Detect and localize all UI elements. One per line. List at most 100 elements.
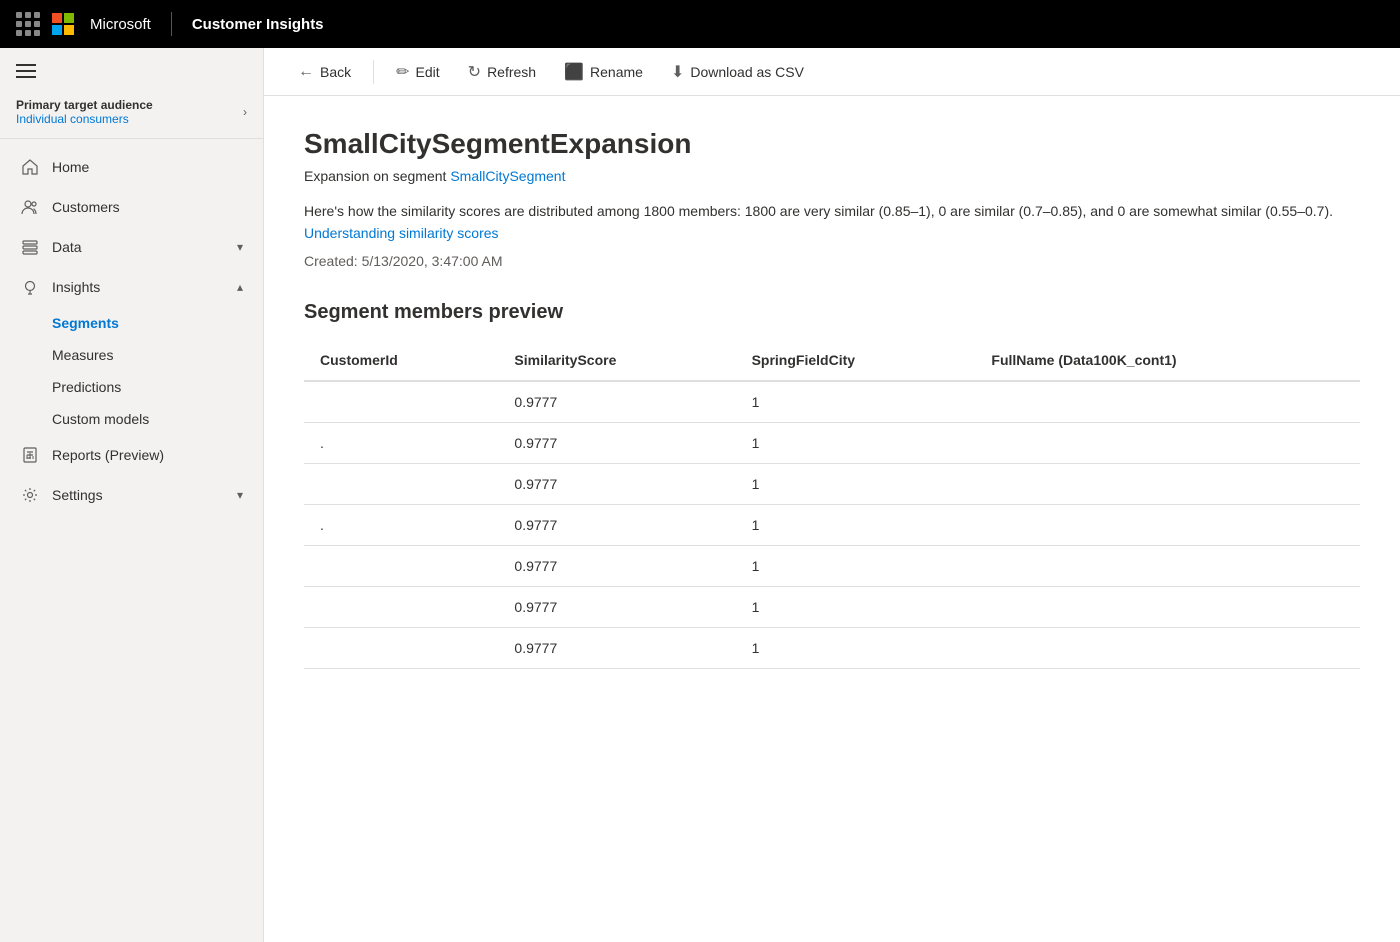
col-fullname: FullName (Data100K_cont1): [975, 340, 1360, 381]
toolbar: ← Back ✏ Edit ↻ Refresh ⬛ Rename ⬇ Downl…: [264, 48, 1400, 96]
audience-info: Primary target audience Individual consu…: [16, 98, 153, 126]
brand-name: Microsoft: [90, 16, 151, 33]
cell-city: 1: [736, 545, 976, 586]
audience-chevron-icon: ›: [243, 105, 247, 119]
cell-customer-id: [304, 463, 498, 504]
cell-fullname: [975, 545, 1360, 586]
col-customer-id: CustomerId: [304, 340, 498, 381]
table-row: 0.9777 1: [304, 381, 1360, 423]
sidebar-item-measures-label: Measures: [52, 347, 113, 363]
hamburger-icon: [16, 64, 247, 78]
waffle-menu[interactable]: [16, 12, 40, 36]
cell-city: 1: [736, 504, 976, 545]
sidebar-item-customers-label: Customers: [52, 199, 120, 215]
sidebar-nav: Home Customers: [0, 139, 263, 523]
expansion-prefix: Expansion on segment: [304, 168, 446, 184]
settings-icon: [20, 485, 40, 505]
reports-icon: [20, 445, 40, 465]
audience-selector[interactable]: Primary target audience Individual consu…: [0, 86, 263, 139]
cell-similarity: 0.9777: [498, 422, 735, 463]
back-icon: ←: [298, 63, 314, 81]
edit-label: Edit: [416, 64, 440, 80]
sidebar-item-data[interactable]: Data ▾: [0, 227, 263, 267]
data-icon: [20, 237, 40, 257]
cell-similarity: 0.9777: [498, 545, 735, 586]
cell-city: 1: [736, 627, 976, 668]
description-text: Here's how the similarity scores are dis…: [304, 200, 1360, 245]
cell-fullname: [975, 422, 1360, 463]
page-title: SmallCitySegmentExpansion: [304, 128, 1360, 160]
cell-similarity: 0.9777: [498, 463, 735, 504]
sidebar-item-home[interactable]: Home: [0, 147, 263, 187]
cell-fullname: [975, 381, 1360, 423]
content-area: ← Back ✏ Edit ↻ Refresh ⬛ Rename ⬇ Downl…: [264, 48, 1400, 942]
refresh-label: Refresh: [487, 64, 536, 80]
toolbar-divider: [373, 60, 374, 84]
back-label: Back: [320, 64, 351, 80]
audience-label: Primary target audience: [16, 98, 153, 112]
cell-city: 1: [736, 381, 976, 423]
cell-similarity: 0.9777: [498, 627, 735, 668]
refresh-button[interactable]: ↻ Refresh: [458, 56, 546, 88]
table-row: 0.9777 1: [304, 627, 1360, 668]
cell-fullname: [975, 504, 1360, 545]
sidebar-item-reports[interactable]: Reports (Preview): [0, 435, 263, 475]
sidebar-item-custom-models[interactable]: Custom models: [0, 403, 263, 435]
similarity-link[interactable]: Understanding similarity scores: [304, 225, 499, 241]
rename-icon: ⬛: [564, 62, 584, 82]
cell-city: 1: [736, 463, 976, 504]
col-similarity-score: SimilarityScore: [498, 340, 735, 381]
cell-city: 1: [736, 586, 976, 627]
sidebar-item-insights[interactable]: Insights ▴: [0, 267, 263, 307]
cell-similarity: 0.9777: [498, 504, 735, 545]
download-icon: ⬇: [671, 62, 684, 82]
sidebar-item-segments[interactable]: Segments: [0, 307, 263, 339]
table-row: 0.9777 1: [304, 463, 1360, 504]
cell-similarity: 0.9777: [498, 586, 735, 627]
sidebar-item-settings[interactable]: Settings ▾: [0, 475, 263, 515]
rename-button[interactable]: ⬛ Rename: [554, 56, 653, 88]
topbar: Microsoft Customer Insights: [0, 0, 1400, 48]
section-title: Segment members preview: [304, 301, 1360, 324]
edit-button[interactable]: ✏ Edit: [386, 56, 450, 88]
edit-icon: ✏: [396, 62, 409, 82]
download-label: Download as CSV: [690, 64, 804, 80]
cell-customer-id: .: [304, 504, 498, 545]
home-icon: [20, 157, 40, 177]
sidebar-item-insights-label: Insights: [52, 279, 100, 295]
download-button[interactable]: ⬇ Download as CSV: [661, 56, 814, 88]
sidebar: Primary target audience Individual consu…: [0, 48, 264, 942]
insights-icon: [20, 277, 40, 297]
refresh-icon: ↻: [468, 62, 481, 82]
settings-chevron-icon: ▾: [237, 488, 243, 502]
cell-customer-id: [304, 381, 498, 423]
main-content: SmallCitySegmentExpansion Expansion on s…: [264, 96, 1400, 942]
members-table: CustomerId SimilarityScore SpringFieldCi…: [304, 340, 1360, 669]
cell-fullname: [975, 627, 1360, 668]
table-row: . 0.9777 1: [304, 504, 1360, 545]
table-row: 0.9777 1: [304, 545, 1360, 586]
created-text: Created: 5/13/2020, 3:47:00 AM: [304, 253, 1360, 269]
cell-customer-id: [304, 545, 498, 586]
insights-chevron-icon: ▴: [237, 280, 243, 294]
cell-fullname: [975, 463, 1360, 504]
sidebar-item-reports-label: Reports (Preview): [52, 447, 164, 463]
cell-customer-id: [304, 586, 498, 627]
sidebar-item-predictions[interactable]: Predictions: [0, 371, 263, 403]
topbar-divider: [171, 12, 172, 36]
sidebar-item-home-label: Home: [52, 159, 89, 175]
sidebar-item-customers[interactable]: Customers: [0, 187, 263, 227]
table-row: 0.9777 1: [304, 586, 1360, 627]
sidebar-item-measures[interactable]: Measures: [0, 339, 263, 371]
expansion-link[interactable]: SmallCitySegment: [450, 168, 565, 184]
audience-value: Individual consumers: [16, 112, 153, 126]
main-layout: Primary target audience Individual consu…: [0, 48, 1400, 942]
table-row: . 0.9777 1: [304, 422, 1360, 463]
cell-fullname: [975, 586, 1360, 627]
hamburger-button[interactable]: [0, 48, 263, 86]
back-button[interactable]: ← Back: [288, 57, 361, 87]
expansion-label: Expansion on segment SmallCitySegment: [304, 168, 1360, 184]
sidebar-item-segments-label: Segments: [52, 315, 119, 331]
sidebar-item-settings-label: Settings: [52, 487, 103, 503]
app-title: Customer Insights: [192, 16, 324, 33]
